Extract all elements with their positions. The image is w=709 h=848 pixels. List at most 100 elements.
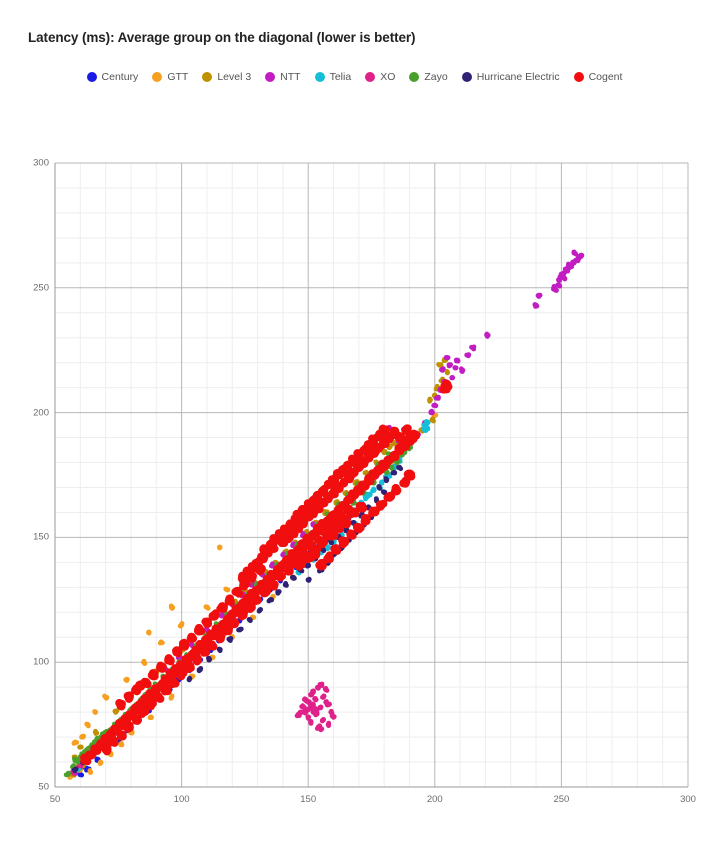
data-point bbox=[102, 747, 111, 756]
data-point bbox=[239, 581, 248, 590]
data-point bbox=[562, 276, 568, 282]
data-point bbox=[432, 403, 438, 409]
data-point bbox=[203, 618, 212, 627]
data-point bbox=[253, 596, 262, 605]
data-point bbox=[567, 262, 573, 268]
data-point bbox=[187, 676, 192, 681]
data-point bbox=[383, 477, 389, 483]
y-axis-tick-label: 300 bbox=[33, 157, 49, 169]
data-point bbox=[399, 479, 408, 488]
data-point bbox=[160, 687, 169, 696]
data-point bbox=[217, 545, 223, 551]
data-point bbox=[429, 417, 435, 422]
data-point bbox=[219, 604, 228, 613]
data-point bbox=[392, 470, 398, 476]
data-point bbox=[169, 676, 178, 685]
data-point bbox=[314, 708, 320, 714]
data-point bbox=[291, 576, 297, 581]
x-axis-tick-label: 50 bbox=[49, 794, 61, 805]
data-point bbox=[84, 721, 90, 727]
data-point bbox=[318, 726, 324, 732]
data-point bbox=[319, 718, 325, 724]
data-point bbox=[172, 646, 181, 655]
data-point bbox=[398, 441, 407, 450]
data-point bbox=[236, 627, 241, 633]
data-point bbox=[112, 708, 118, 714]
data-point bbox=[308, 721, 314, 726]
data-point bbox=[382, 425, 391, 434]
data-point bbox=[306, 578, 312, 583]
data-point bbox=[255, 567, 264, 576]
data-point bbox=[176, 671, 185, 680]
data-point bbox=[238, 610, 247, 619]
y-axis-tick-label: 250 bbox=[33, 282, 49, 294]
data-point bbox=[102, 693, 107, 699]
data-point bbox=[321, 548, 327, 554]
data-point bbox=[156, 663, 165, 672]
data-point bbox=[193, 654, 202, 663]
data-point bbox=[310, 688, 316, 694]
data-point bbox=[367, 491, 373, 497]
data-point bbox=[295, 562, 304, 571]
data-point bbox=[440, 366, 446, 372]
x-axis-tick-label: 100 bbox=[173, 794, 190, 805]
data-point bbox=[348, 531, 357, 540]
data-point bbox=[116, 699, 125, 708]
data-point bbox=[266, 598, 272, 604]
data-point bbox=[202, 648, 211, 657]
data-point bbox=[159, 640, 165, 646]
x-axis-tick-label: 300 bbox=[680, 794, 696, 805]
data-point bbox=[309, 701, 315, 707]
data-point bbox=[376, 484, 382, 489]
data-point bbox=[168, 695, 174, 701]
data-point bbox=[317, 538, 326, 547]
data-point bbox=[579, 253, 585, 258]
data-point bbox=[375, 500, 384, 509]
data-point bbox=[116, 732, 125, 741]
data-point bbox=[74, 758, 79, 764]
data-point bbox=[224, 596, 233, 605]
data-point bbox=[206, 657, 212, 663]
scatter-plot-svg bbox=[54, 162, 689, 788]
data-point bbox=[446, 363, 452, 369]
data-point bbox=[459, 368, 465, 374]
data-point bbox=[319, 683, 325, 689]
data-point bbox=[148, 670, 157, 679]
data-point bbox=[555, 282, 561, 288]
data-point bbox=[147, 715, 153, 721]
data-point bbox=[532, 302, 538, 307]
data-point bbox=[469, 344, 474, 350]
data-point bbox=[405, 469, 414, 478]
data-point bbox=[177, 623, 183, 629]
data-point bbox=[573, 251, 578, 256]
data-point bbox=[484, 332, 489, 338]
data-point bbox=[296, 713, 302, 719]
data-point bbox=[228, 635, 234, 641]
data-point bbox=[77, 744, 83, 750]
data-point bbox=[320, 694, 325, 700]
data-point bbox=[363, 496, 368, 502]
y-axis-tick-label: 200 bbox=[33, 407, 49, 419]
data-point bbox=[214, 633, 223, 642]
data-point bbox=[225, 587, 231, 593]
data-point bbox=[341, 538, 350, 547]
data-point bbox=[187, 632, 196, 641]
data-point bbox=[119, 742, 125, 748]
data-point bbox=[466, 352, 472, 358]
data-point bbox=[136, 681, 145, 690]
data-point bbox=[98, 760, 104, 766]
data-point bbox=[66, 770, 72, 776]
data-point bbox=[248, 571, 257, 580]
data-point bbox=[329, 531, 338, 540]
data-point bbox=[424, 419, 429, 424]
y-axis-tick-label: 100 bbox=[33, 656, 49, 668]
data-point bbox=[371, 486, 377, 492]
data-point bbox=[323, 685, 329, 691]
data-point bbox=[438, 362, 444, 367]
x-axis-tick-label: 150 bbox=[300, 794, 317, 805]
chart-root: Latency (ms): Average group on the diago… bbox=[0, 0, 709, 848]
data-point bbox=[164, 655, 173, 664]
data-point bbox=[445, 355, 451, 361]
data-point bbox=[331, 714, 337, 720]
data-point bbox=[203, 604, 209, 610]
